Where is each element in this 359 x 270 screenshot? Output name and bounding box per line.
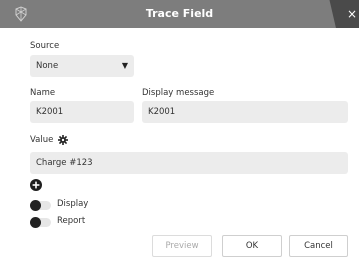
display-message-label: Display message xyxy=(142,88,215,98)
display-message-field[interactable]: K2001 xyxy=(142,101,348,123)
close-button[interactable]: × xyxy=(347,0,359,28)
display-toggle-label: Display xyxy=(57,199,89,209)
report-toggle-label: Report xyxy=(57,216,86,226)
source-select[interactable]: None ▼ xyxy=(30,55,134,77)
chevron-down-icon: ▼ xyxy=(121,61,128,70)
window-title: Trace Field xyxy=(145,7,214,20)
value-field[interactable]: Charge #123 xyxy=(30,152,348,174)
value-label: Value xyxy=(30,135,54,145)
name-field[interactable]: K2001 xyxy=(30,101,134,123)
title-bar: Trace Field × xyxy=(0,0,359,28)
gear-icon[interactable] xyxy=(58,135,68,145)
cancel-button[interactable]: Cancel xyxy=(289,235,348,257)
plus-circle-icon[interactable] xyxy=(30,179,42,191)
toggle-knob xyxy=(30,200,41,211)
source-label: Source xyxy=(30,41,60,51)
display-toggle[interactable] xyxy=(30,200,51,211)
preview-button[interactable]: Preview xyxy=(152,235,212,257)
source-selected-value: None xyxy=(36,61,59,71)
name-label: Name xyxy=(30,88,56,98)
toggle-knob xyxy=(30,217,41,228)
ok-button[interactable]: OK xyxy=(222,235,282,257)
report-toggle[interactable] xyxy=(30,217,51,228)
